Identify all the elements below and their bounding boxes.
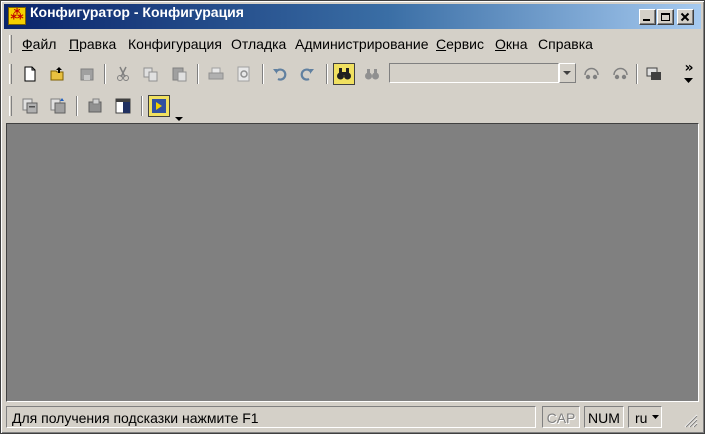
config-compare-icon [22, 98, 38, 114]
search-next-button[interactable] [609, 63, 631, 85]
status-bar: Для получения подсказки нажмите F1 CAP N… [4, 405, 701, 430]
toolbar-grip[interactable] [9, 96, 12, 116]
caps-lock-indicator: CAP [542, 406, 580, 428]
redo-button[interactable] [296, 63, 318, 85]
toolbar-separator [636, 64, 638, 84]
print-preview-icon [237, 66, 250, 82]
menu-configuration[interactable]: Конфигурация [128, 31, 222, 57]
menu-help[interactable]: Справка [538, 31, 593, 57]
search-next-icon [613, 67, 628, 80]
copy-button[interactable] [140, 63, 162, 85]
run-icon [152, 99, 166, 113]
app-logo-icon[interactable]: ⁂ [8, 7, 26, 25]
run-enterprise-button[interactable] [148, 95, 170, 117]
toolbar-separator [76, 96, 78, 116]
toolbar-separator [104, 64, 106, 84]
windows-button[interactable] [643, 63, 665, 85]
window-title: Конфигуратор - Конфигурация [30, 4, 244, 20]
overflow-chevron-icon: » [684, 60, 694, 76]
configuration-toolbar [4, 91, 204, 121]
paste-icon [172, 67, 187, 82]
menu-file[interactable]: Файл [22, 31, 56, 57]
database-icon [88, 98, 102, 113]
undo-icon [273, 68, 287, 81]
new-document-icon [24, 66, 36, 82]
compare-config-button[interactable] [19, 95, 41, 117]
undo-button[interactable] [269, 63, 291, 85]
chevron-down-icon [563, 71, 571, 75]
maximize-button[interactable] [657, 9, 674, 25]
chevron-down-icon [175, 117, 183, 121]
redo-icon [300, 68, 314, 81]
paste-button[interactable] [168, 63, 190, 85]
language-code: ru [635, 410, 648, 426]
toolbar-separator [197, 64, 199, 84]
search-prev-button[interactable] [580, 63, 602, 85]
chevron-down-icon [652, 415, 659, 419]
language-indicator[interactable]: ru [628, 406, 662, 428]
binoculars-disabled-icon [365, 69, 379, 80]
maximize-icon [661, 13, 670, 21]
menubar-grip[interactable] [9, 35, 12, 53]
config-window-icon [115, 98, 131, 114]
minimize-button[interactable] [639, 9, 656, 25]
find-button[interactable] [333, 63, 355, 85]
config-update-icon [50, 98, 66, 114]
search-input[interactable] [389, 63, 559, 83]
search-dropdown-button[interactable] [559, 63, 576, 83]
print-preview-button[interactable] [233, 63, 255, 85]
menu-service[interactable]: Сервис [436, 31, 484, 57]
open-config-window-button[interactable] [112, 95, 134, 117]
windows-icon [646, 67, 661, 80]
print-button[interactable] [205, 63, 227, 85]
printer-icon [208, 67, 224, 80]
menu-debug[interactable]: Отладка [231, 31, 286, 57]
search-prev-icon [584, 67, 599, 80]
resize-grip-icon[interactable] [682, 412, 698, 428]
application-window: ⁂ Конфигуратор - Конфигурация Файл Правк… [0, 0, 705, 434]
mdi-workspace[interactable] [6, 123, 699, 402]
run-dropdown-button[interactable] [174, 109, 184, 121]
save-icon [80, 68, 94, 81]
save-button[interactable] [76, 63, 98, 85]
menu-edit[interactable]: Правка [69, 31, 116, 57]
toolbar-separator [326, 64, 328, 84]
toolbar-overflow-button[interactable]: » [680, 59, 698, 87]
menu-windows[interactable]: Окна [495, 31, 528, 57]
binoculars-icon [337, 68, 351, 80]
open-folder-icon [50, 67, 64, 81]
new-document-button[interactable] [19, 63, 41, 85]
minimize-icon [643, 19, 650, 21]
menu-administration[interactable]: Администрирование [295, 31, 429, 57]
toolbar-separator [141, 96, 143, 116]
open-button[interactable] [47, 63, 69, 85]
toolbar-grip[interactable] [9, 64, 12, 84]
overflow-arrow-icon [684, 78, 693, 83]
find-next-button[interactable] [361, 63, 383, 85]
close-button[interactable] [677, 9, 694, 25]
toolbar-separator [262, 64, 264, 84]
scissors-icon [117, 66, 129, 81]
copy-icon [143, 67, 158, 82]
update-config-button[interactable] [47, 95, 69, 117]
menu-bar: Файл Правка Конфигурация Отладка Админис… [4, 31, 701, 57]
status-hint: Для получения подсказки нажмите F1 [6, 406, 536, 428]
database-config-button[interactable] [84, 95, 106, 117]
close-icon [680, 12, 690, 22]
standard-toolbar: » [4, 59, 701, 89]
num-lock-indicator: NUM [584, 406, 624, 428]
cut-button[interactable] [112, 63, 134, 85]
title-bar[interactable]: ⁂ Конфигуратор - Конфигурация [4, 4, 701, 29]
